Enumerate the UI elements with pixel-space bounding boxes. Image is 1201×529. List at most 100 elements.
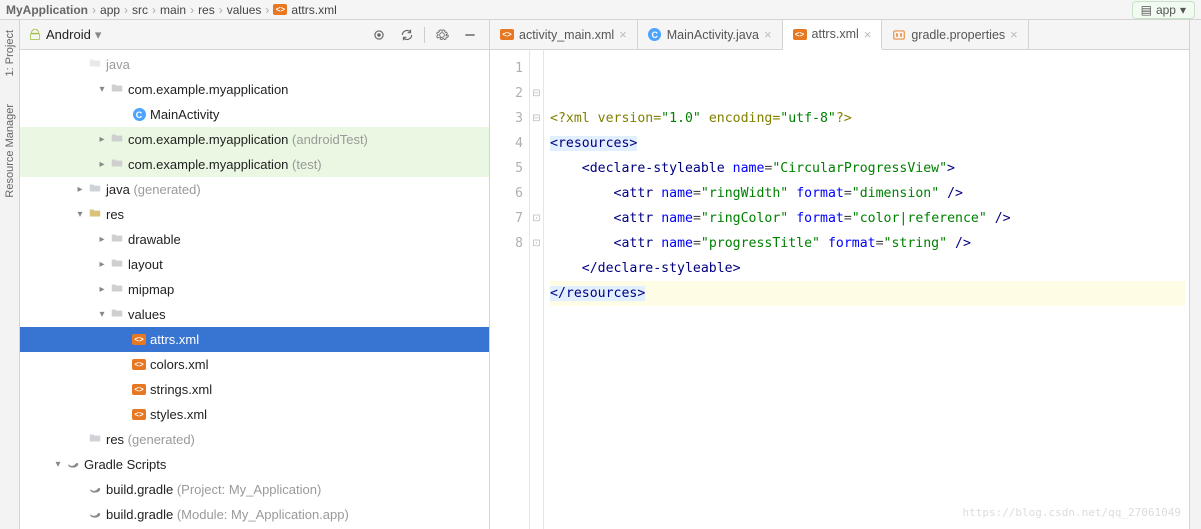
tree-node[interactable]: build.gradle (Project: My_Application)	[20, 477, 489, 502]
line-number[interactable]: 5	[490, 156, 523, 181]
code-line[interactable]: </resources>	[550, 281, 1185, 306]
collapse-button[interactable]	[459, 24, 481, 46]
breadcrumb-segment[interactable]: main	[160, 3, 186, 17]
sync-button[interactable]	[396, 24, 418, 46]
tree-node[interactable]: ▾ com.example.myapplication	[20, 77, 489, 102]
breadcrumb-segment[interactable]: values	[227, 3, 262, 17]
editor-tab[interactable]: <>attrs.xml×	[783, 20, 883, 50]
tree-node[interactable]: ▸drawable	[20, 227, 489, 252]
code-line[interactable]: <attr name="ringColor" format="color|ref…	[550, 206, 1185, 231]
code-line[interactable]: <declare-styleable name="CircularProgres…	[550, 156, 1185, 181]
generated-folder-icon	[88, 181, 102, 198]
expand-arrow-icon[interactable]: ▸	[96, 234, 108, 245]
close-icon[interactable]: ×	[864, 27, 872, 42]
code-line[interactable]: <attr name="ringWidth" format="dimension…	[550, 181, 1185, 206]
tree-node[interactable]: java	[20, 52, 489, 77]
line-number[interactable]: 6	[490, 181, 523, 206]
fold-marker[interactable]: ⊡	[530, 206, 543, 231]
line-number[interactable]: 2	[490, 81, 523, 106]
breadcrumb: MyApplication › app › src › main › res ›…	[0, 0, 1201, 20]
folder-icon	[110, 281, 124, 298]
package-icon	[110, 131, 124, 148]
tree-node-label: strings.xml	[148, 382, 212, 397]
close-icon[interactable]: ×	[1010, 27, 1018, 42]
editor-tab-label: activity_main.xml	[519, 28, 614, 42]
fold-marker[interactable]	[530, 156, 543, 181]
android-icon	[28, 28, 42, 42]
tree-node-label: java	[104, 57, 130, 72]
fold-marker[interactable]: ⊡	[530, 231, 543, 256]
settings-button[interactable]	[431, 24, 453, 46]
editor-area: <>activity_main.xml×CMainActivity.java×<…	[490, 20, 1189, 529]
select-target-button[interactable]	[368, 24, 390, 46]
fold-marker[interactable]: ⊟	[530, 106, 543, 131]
line-number[interactable]: 1	[490, 56, 523, 81]
expand-arrow-icon[interactable]: ▾	[96, 84, 108, 95]
line-number[interactable]: 4	[490, 131, 523, 156]
tree-node[interactable]: ▸layout	[20, 252, 489, 277]
tree-node[interactable]: <>strings.xml	[20, 377, 489, 402]
tree-node-label: com.example.myapplication (test)	[126, 157, 322, 172]
tree-node[interactable]: <>colors.xml	[20, 352, 489, 377]
tree-node-label: MainActivity	[148, 107, 219, 122]
breadcrumb-segment[interactable]: src	[132, 3, 148, 17]
tree-node-label: java (generated)	[104, 182, 201, 197]
expand-arrow-icon[interactable]: ▾	[96, 309, 108, 320]
editor-fold-bar[interactable]: ⊟⊟ ⊡⊡	[530, 50, 544, 529]
tree-node[interactable]: ▸ java (generated)	[20, 177, 489, 202]
editor-tab[interactable]: gradle.properties×	[882, 20, 1028, 49]
expand-arrow-icon[interactable]: ▸	[96, 284, 108, 295]
expand-arrow-icon[interactable]: ▸	[96, 159, 108, 170]
editor-gutter[interactable]: 12345678	[490, 50, 530, 529]
breadcrumb-file[interactable]: attrs.xml	[291, 3, 336, 17]
tree-node[interactable]: res (generated)	[20, 427, 489, 452]
close-icon[interactable]: ×	[764, 27, 772, 42]
breadcrumb-project[interactable]: MyApplication	[6, 3, 88, 17]
expand-arrow-icon[interactable]: ▾	[52, 459, 64, 470]
close-icon[interactable]: ×	[619, 27, 627, 42]
expand-arrow-icon[interactable]: ▸	[96, 134, 108, 145]
breadcrumb-segment[interactable]: app	[100, 3, 120, 17]
tree-node-label: build.gradle (Project: My_Application)	[104, 482, 321, 497]
fold-marker[interactable]	[530, 131, 543, 156]
tree-node[interactable]: CMainActivity	[20, 102, 489, 127]
expand-arrow-icon[interactable]: ▸	[74, 184, 86, 195]
tree-node-label: com.example.myapplication	[126, 82, 288, 97]
tree-node[interactable]: ▾ res	[20, 202, 489, 227]
sidebar-tab-resource-manager[interactable]: Resource Manager	[4, 98, 16, 204]
tree-node[interactable]: ▾Gradle Scripts	[20, 452, 489, 477]
expand-arrow-icon[interactable]: ▾	[74, 209, 86, 220]
tree-node[interactable]: ▸mipmap	[20, 277, 489, 302]
fold-marker[interactable]	[530, 181, 543, 206]
watermark: https://blog.csdn.net/qq_27061049	[962, 500, 1181, 525]
sidebar-tab-project[interactable]: 1: Project	[4, 24, 16, 82]
line-number[interactable]: 7	[490, 206, 523, 231]
expand-arrow-icon[interactable]: ▸	[96, 259, 108, 270]
chevron-right-icon: ›	[152, 3, 156, 17]
fold-marker[interactable]: ⊟	[530, 81, 543, 106]
code-editor[interactable]: <?xml version="1.0" encoding="utf-8"?><r…	[544, 50, 1189, 529]
line-number[interactable]: 8	[490, 231, 523, 256]
project-view-selector[interactable]: Android ▾	[28, 27, 101, 43]
module-selector[interactable]: ▤ app ▾	[1132, 1, 1195, 19]
tree-node[interactable]: ▸ com.example.myapplication (test)	[20, 152, 489, 177]
code-line[interactable]: <attr name="progressTitle" format="strin…	[550, 231, 1185, 256]
tree-node[interactable]: <>styles.xml	[20, 402, 489, 427]
tree-node[interactable]: ▾values	[20, 302, 489, 327]
tree-node[interactable]: <>attrs.xml	[20, 327, 489, 352]
package-icon	[110, 156, 124, 173]
code-line[interactable]: <resources>	[550, 131, 1185, 156]
tree-node[interactable]: build.gradle (Module: My_Application.app…	[20, 502, 489, 527]
code-line[interactable]: <?xml version="1.0" encoding="utf-8"?>	[550, 106, 1185, 131]
fold-marker[interactable]	[530, 56, 543, 81]
tree-node[interactable]: ▸com.example.myapplication (androidTest)	[20, 127, 489, 152]
line-number[interactable]: 3	[490, 106, 523, 131]
breadcrumb-segment[interactable]: res	[198, 3, 215, 17]
code-line[interactable]: </declare-styleable>	[550, 256, 1185, 281]
editor-tab[interactable]: <>activity_main.xml×	[490, 20, 638, 49]
editor-tab[interactable]: CMainActivity.java×	[638, 20, 783, 49]
gradle-icon	[892, 28, 906, 42]
tree-node-label: res	[104, 207, 124, 222]
project-tree[interactable]: java ▾ com.example.myapplication CMainActiv…	[20, 50, 489, 529]
tree-node-label: colors.xml	[148, 357, 209, 372]
